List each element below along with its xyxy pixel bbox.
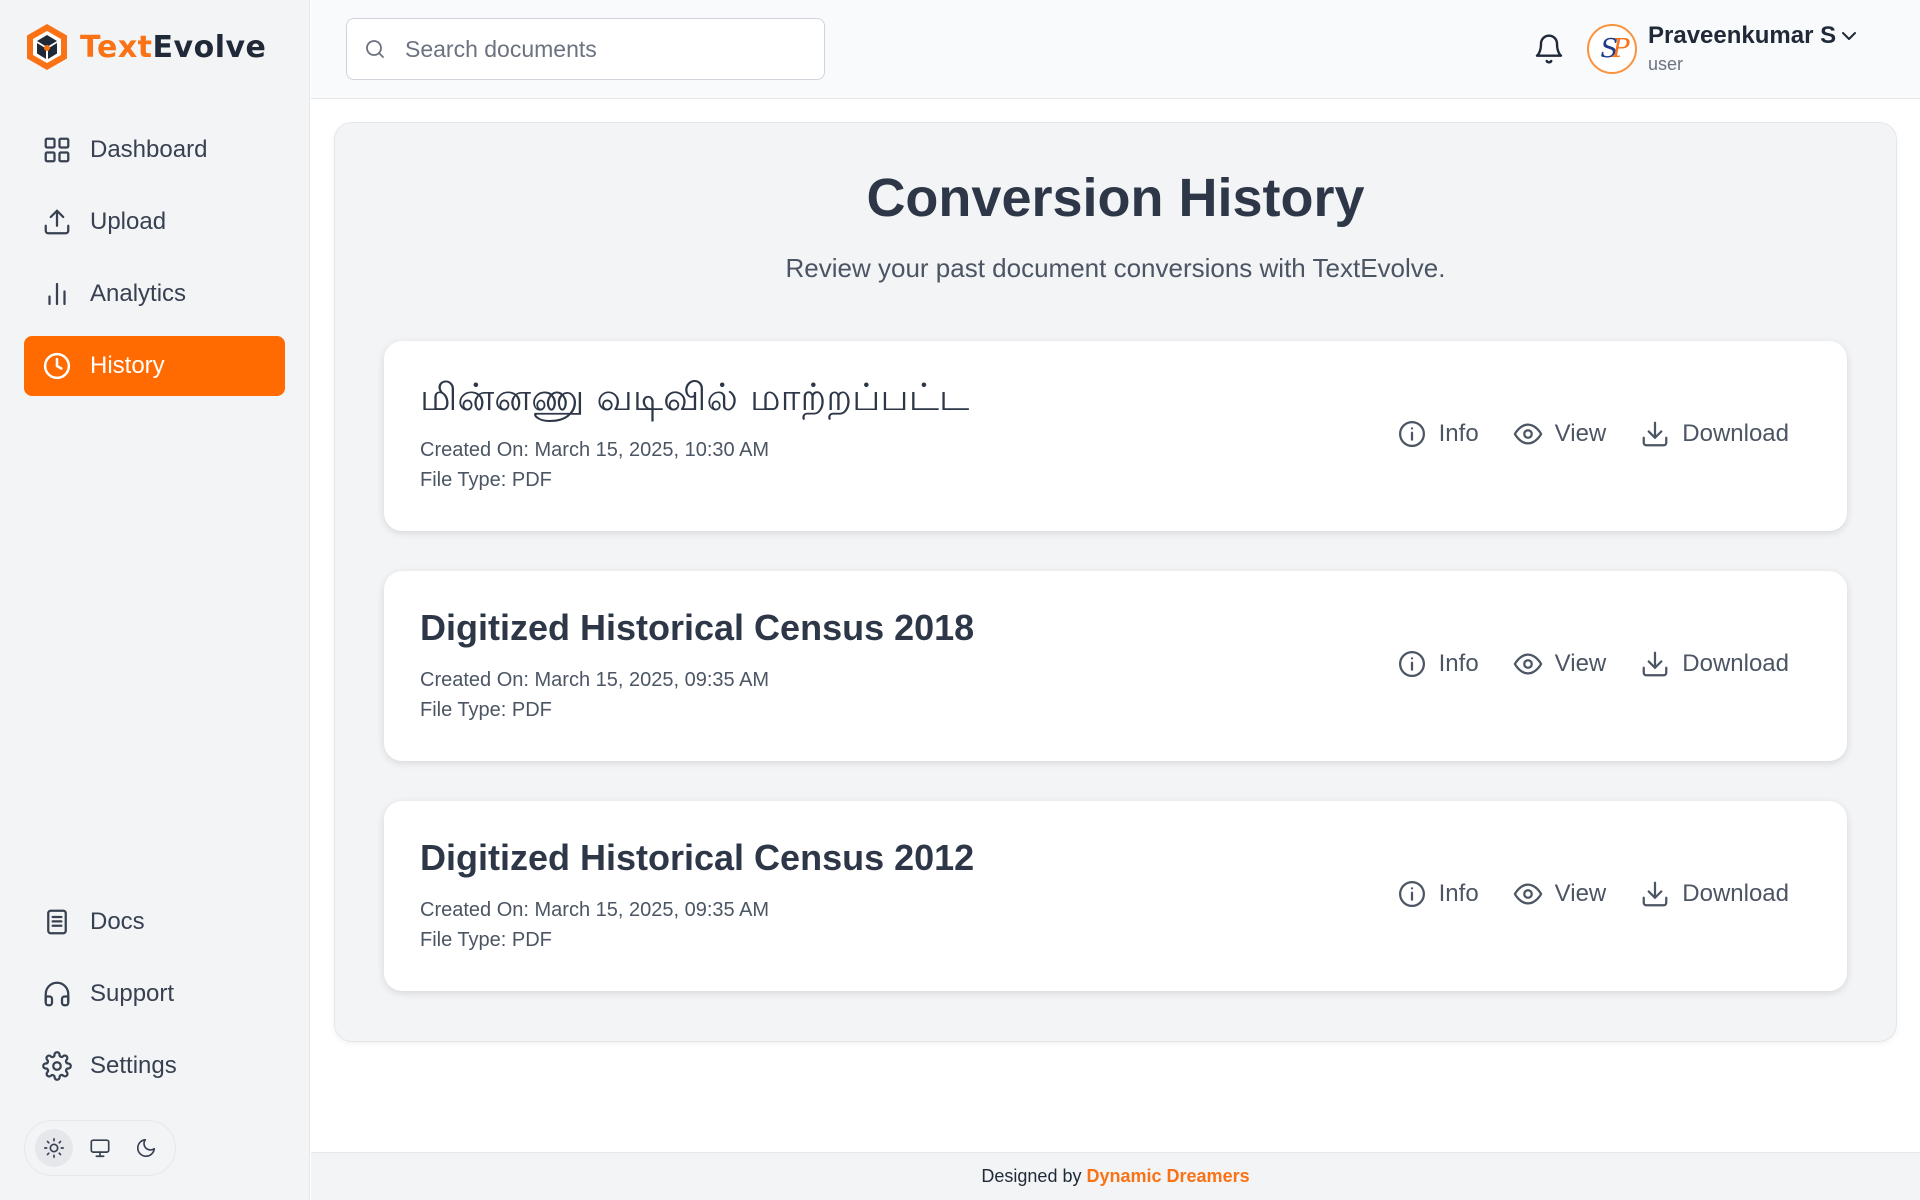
document-title: மின்னணு வடிவில் மாற்றப்பட்ட	[420, 375, 970, 419]
download-button[interactable]: Download	[1640, 649, 1789, 679]
brand-logo-link[interactable]: TextEvolve	[24, 22, 266, 72]
sidebar-item-docs[interactable]: Docs	[24, 892, 285, 952]
footer: Designed by Dynamic Dreamers	[311, 1152, 1920, 1200]
footer-brand-link[interactable]: Dynamic Dreamers	[1087, 1166, 1250, 1186]
brand-name-part1: Text	[80, 29, 153, 65]
created-on-text: Created On: March 15, 2025, 10:30 AM	[420, 439, 770, 461]
document-icon	[47, 909, 67, 935]
eye-icon	[1513, 883, 1542, 905]
sun-icon	[44, 1138, 64, 1158]
sidebar-item-analytics[interactable]: Analytics	[24, 264, 285, 324]
theme-light-button[interactable]	[35, 1129, 73, 1167]
history-card: மின்னணு வடிவில் மாற்றப்பட்ட Created On: …	[384, 341, 1847, 531]
sidebar-item-upload[interactable]: Upload	[24, 192, 285, 252]
avatar[interactable]: SP	[1587, 24, 1637, 74]
headphones-icon	[44, 981, 70, 1007]
info-icon	[1398, 421, 1425, 447]
download-icon	[1642, 421, 1668, 447]
download-label: Download	[1682, 420, 1789, 447]
brand-name: TextEvolve	[80, 30, 266, 65]
sidebar-item-label: Docs	[90, 908, 145, 935]
document-title: Digitized Historical Census 2018	[420, 607, 975, 648]
sidebar-item-label: History	[90, 352, 165, 379]
notification-bell-icon[interactable]	[1533, 32, 1565, 66]
theme-dark-button[interactable]	[127, 1129, 165, 1167]
file-type-text: File Type: PDF	[420, 929, 552, 951]
sidebar: TextEvolve Dashboard Upload Analytics Hi…	[0, 0, 310, 1200]
info-button[interactable]: Info	[1397, 879, 1479, 909]
monitor-icon	[90, 1139, 110, 1158]
gear-icon	[42, 1051, 72, 1081]
search-icon	[366, 40, 384, 58]
download-button[interactable]: Download	[1640, 879, 1789, 909]
search-input[interactable]	[405, 35, 805, 63]
sidebar-item-label: Settings	[90, 1052, 177, 1079]
view-button[interactable]: View	[1513, 879, 1607, 909]
history-panel: Conversion History Review your past docu…	[334, 122, 1897, 1042]
file-type-text: File Type: PDF	[420, 699, 552, 721]
brand-name-part2: Evolve	[152, 29, 267, 65]
sidebar-item-history[interactable]: History	[24, 336, 285, 396]
avatar-monogram: SP	[1600, 34, 1629, 64]
view-label: View	[1554, 420, 1607, 447]
user-role: user	[1648, 54, 1684, 74]
theme-system-button[interactable]	[81, 1129, 119, 1167]
top-header: SP Praveenkumar S user	[311, 0, 1920, 99]
chevron-down-icon[interactable]	[1837, 24, 1861, 48]
view-button[interactable]: View	[1513, 649, 1607, 679]
card-actions: Info View Download	[1397, 419, 1789, 449]
created-on-text: Created On: March 15, 2025, 09:35 AM	[420, 669, 770, 691]
sidebar-item-label: Support	[90, 980, 175, 1007]
upload-icon	[44, 209, 70, 235]
footer-prefix: Designed by	[981, 1166, 1082, 1186]
user-name[interactable]: Praveenkumar S	[1648, 22, 1836, 50]
document-title: Digitized Historical Census 2012	[420, 837, 975, 878]
download-button[interactable]: Download	[1640, 419, 1789, 449]
card-actions: Info View Download	[1397, 649, 1789, 679]
info-icon	[1398, 651, 1425, 677]
download-label: Download	[1682, 650, 1789, 677]
info-button[interactable]: Info	[1397, 419, 1479, 449]
card-actions: Info View Download	[1397, 879, 1789, 909]
theme-switcher	[24, 1120, 176, 1176]
clock-icon	[43, 352, 71, 380]
info-icon	[1398, 881, 1425, 907]
view-label: View	[1554, 650, 1607, 677]
textevolve-logo-icon	[27, 24, 67, 70]
page-subtitle: Review your past document conversions wi…	[785, 253, 1446, 283]
eye-icon	[1513, 653, 1542, 675]
view-button[interactable]: View	[1513, 419, 1607, 449]
moon-icon	[136, 1138, 156, 1158]
view-label: View	[1554, 880, 1607, 907]
sidebar-item-dashboard[interactable]: Dashboard	[24, 120, 285, 180]
sidebar-item-settings[interactable]: Settings	[24, 1036, 285, 1096]
sidebar-item-label: Analytics	[90, 280, 187, 307]
download-icon	[1642, 651, 1668, 677]
sidebar-item-support[interactable]: Support	[24, 964, 285, 1024]
sidebar-item-label: Upload	[90, 208, 167, 235]
history-card: Digitized Historical Census 2012 Created…	[384, 801, 1847, 991]
page-title: Conversion History	[866, 168, 1365, 228]
info-label: Info	[1438, 650, 1479, 677]
sidebar-item-label: Dashboard	[90, 136, 208, 163]
bar-chart-icon	[48, 282, 66, 306]
history-card: Digitized Historical Census 2018 Created…	[384, 571, 1847, 761]
search-box[interactable]	[346, 18, 825, 80]
file-type-text: File Type: PDF	[420, 469, 552, 491]
created-on-text: Created On: March 15, 2025, 09:35 AM	[420, 899, 770, 921]
download-label: Download	[1682, 880, 1789, 907]
info-label: Info	[1438, 420, 1479, 447]
eye-icon	[1513, 423, 1542, 445]
main-nav: Dashboard Upload Analytics History	[24, 120, 285, 408]
grid-icon	[44, 137, 70, 163]
info-button[interactable]: Info	[1397, 649, 1479, 679]
info-label: Info	[1438, 880, 1479, 907]
download-icon	[1642, 881, 1668, 907]
secondary-nav: Docs Support Settings	[24, 892, 285, 1108]
